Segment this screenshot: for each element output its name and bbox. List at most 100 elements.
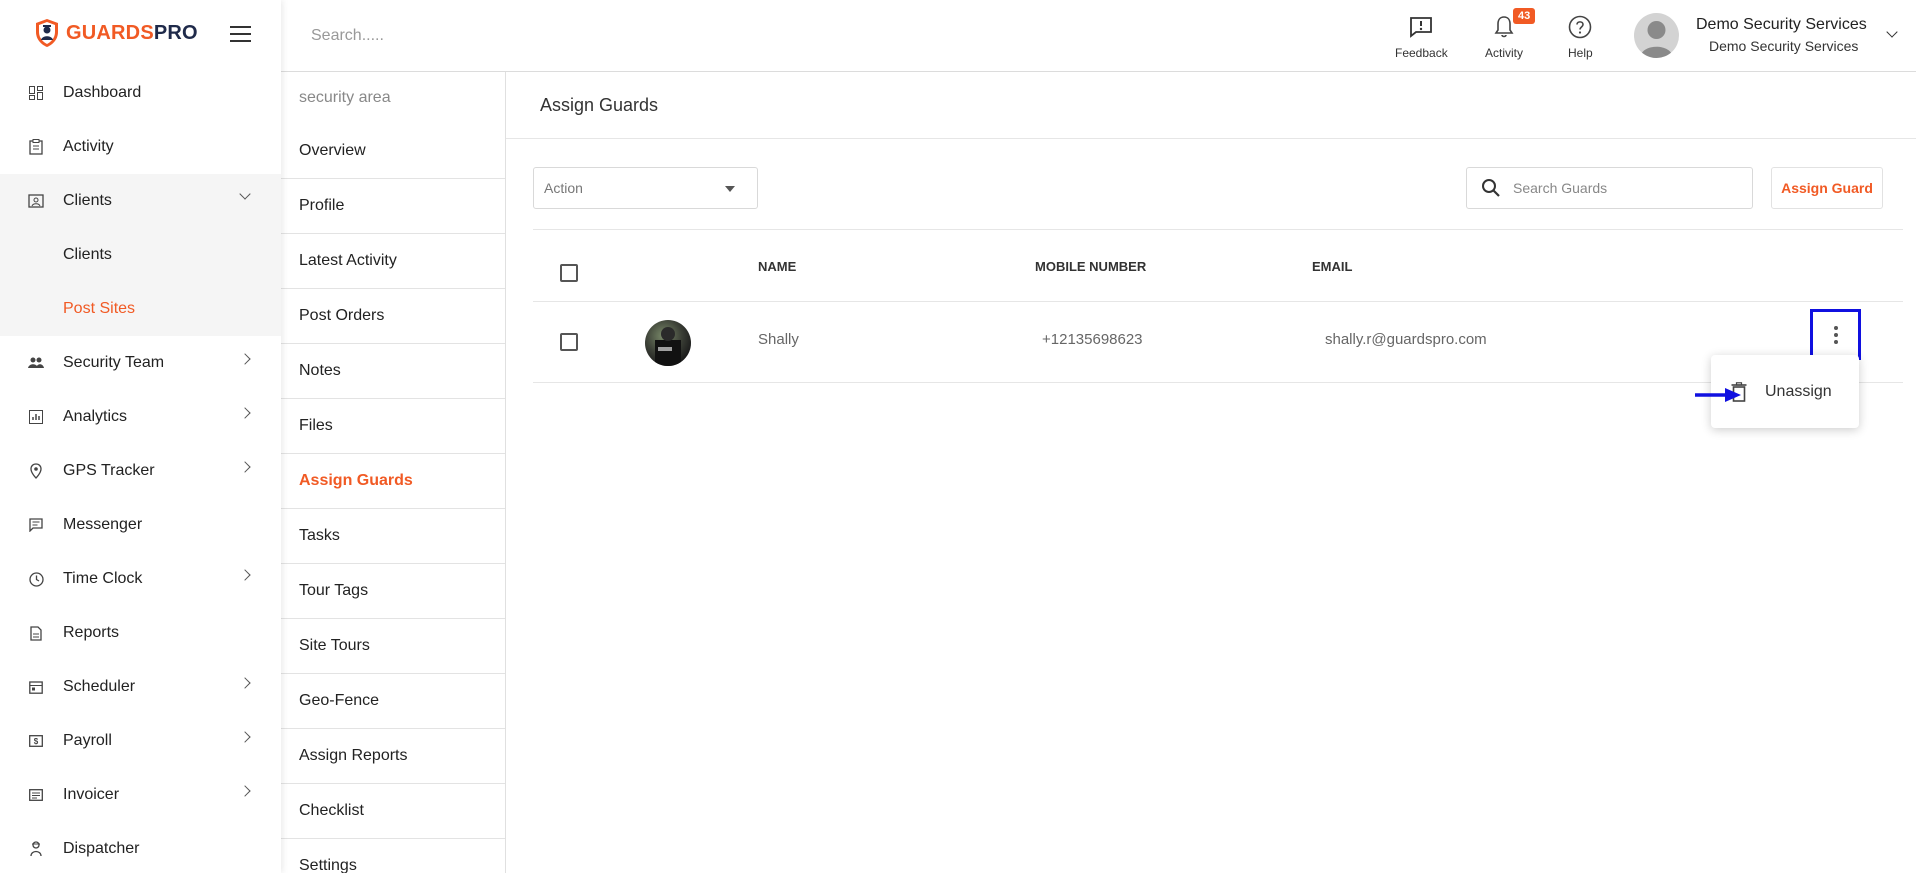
sidebar-item-invoicer[interactable]: Invoicer [0,768,281,822]
message-icon [27,516,45,534]
sidebar-item-messenger[interactable]: Messenger [0,498,281,552]
chart-icon [27,408,45,426]
main-content: Assign Guards Action Assign Guard NAME M… [506,72,1916,873]
people-icon [27,354,45,372]
notification-badge: 43 [1513,8,1536,24]
dollar-icon: $ [27,732,45,750]
user-company: Demo Security Services [1709,38,1859,54]
sidebar-subitem-clients[interactable]: Clients [0,228,281,282]
site-menu-geo-fence[interactable]: Geo-Fence [281,674,505,729]
sidebar-item-label: Analytics [63,408,128,425]
site-menu-files[interactable]: Files [281,399,505,454]
sidebar-item-dashboard[interactable]: Dashboard [0,66,281,120]
sidebar-item-security-team[interactable]: Security Team [0,336,281,390]
site-menu-post-orders[interactable]: Post Orders [281,289,505,344]
sidebar-item-label: GPS Tracker [63,462,155,479]
contact-icon [27,192,45,210]
column-header-mobile[interactable]: MOBILE NUMBER [1035,259,1146,274]
search-icon [1482,179,1500,197]
feedback-icon [1395,14,1448,40]
clients-submenu: Clients Post Sites [0,228,281,336]
dashboard-icon [27,84,45,102]
sidebar-item-label: Activity [63,138,114,155]
sidebar-item-label: Messenger [63,516,143,533]
user-avatar[interactable] [1634,13,1679,58]
row-checkbox[interactable] [560,333,578,351]
location-pin-icon [27,462,45,480]
site-menu-latest-activity[interactable]: Latest Activity [281,234,505,289]
site-menu-settings[interactable]: Settings [281,839,505,873]
help-icon [1568,14,1593,40]
activity-label: Activity [1485,46,1524,60]
dispatcher-icon [27,840,45,858]
help-button[interactable]: Help [1568,14,1593,60]
search-guards-input[interactable] [1513,180,1733,196]
site-menu-assign-reports[interactable]: Assign Reports [281,729,505,784]
row-actions-button[interactable] [1810,309,1861,360]
post-site-name: security area [299,89,391,106]
sidebar-item-label: Dashboard [63,84,142,101]
chevron-right-icon [239,731,251,743]
column-header-email[interactable]: EMAIL [1312,259,1352,274]
sidebar-item-clients[interactable]: Clients [0,174,281,228]
site-menu-profile[interactable]: Profile [281,179,505,234]
brand-part-guards: GUARDS [66,21,154,44]
assign-guard-button[interactable]: Assign Guard [1771,167,1883,209]
sidebar-item-gps-tracker[interactable]: GPS Tracker [0,444,281,498]
site-menu-tour-tags[interactable]: Tour Tags [281,564,505,619]
sidebar-item-dispatcher[interactable]: Dispatcher [0,822,281,873]
chevron-down-icon[interactable] [1886,26,1898,38]
hamburger-menu-icon[interactable] [230,26,251,42]
sidebar-item-label: Time Clock [63,570,143,587]
toolbar: Action Assign Guard [506,139,1916,229]
brand-part-pro: PRO [153,21,198,44]
sidebar-item-activity[interactable]: Activity [0,120,281,174]
sidebar-item-reports[interactable]: Reports [0,606,281,660]
invoice-icon [27,786,45,804]
app-root: GUARDSPRO Dashboard Activity Clients Cli… [0,0,1916,873]
sidebar-subitem-post-sites[interactable]: Post Sites [0,282,281,336]
unassign-menu-item[interactable]: Unassign [1765,383,1832,401]
guard-name: Shally [758,331,799,348]
site-menu-notes[interactable]: Notes [281,344,505,399]
sidebar-item-scheduler[interactable]: Scheduler [0,660,281,714]
site-menu-overview[interactable]: Overview [281,124,505,179]
sidebar-item-label: Reports [63,624,120,641]
svg-text:$: $ [34,737,39,746]
chevron-right-icon [239,461,251,473]
sidebar-item-label: Scheduler [63,678,136,695]
guards-table: NAME MOBILE NUMBER EMAIL Shally +1213569… [533,229,1903,383]
sidebar-item-analytics[interactable]: Analytics [0,390,281,444]
chevron-right-icon [239,569,251,581]
chevron-right-icon [239,407,251,419]
chevron-right-icon [239,353,251,365]
select-all-checkbox[interactable] [560,264,578,282]
page-title: Assign Guards [506,72,1916,139]
calendar-icon [27,678,45,696]
feedback-button[interactable]: Feedback [1395,14,1448,60]
sidebar-nav: Dashboard Activity Clients Clients Post … [0,66,281,873]
table-row[interactable]: Shally +12135698623 shally.r@guardspro.c… [533,302,1903,383]
clipboard-icon [27,138,45,156]
brand-name: GUARDSPRO [66,22,198,45]
guard-mobile: +12135698623 [1042,331,1143,348]
sidebar-item-payroll[interactable]: $ Payroll [0,714,281,768]
global-search-input[interactable]: Search..... [311,27,384,45]
annotation-arrow-icon [1695,388,1741,402]
guard-email: shally.r@guardspro.com [1325,331,1487,348]
sidebar-item-time-clock[interactable]: Time Clock [0,552,281,606]
help-label: Help [1568,46,1593,60]
sidebar: GUARDSPRO Dashboard Activity Clients Cli… [0,0,281,873]
action-select[interactable]: Action [533,167,758,209]
site-menu-site-tours[interactable]: Site Tours [281,619,505,674]
site-menu-checklist[interactable]: Checklist [281,784,505,839]
user-name[interactable]: Demo Security Services [1696,16,1867,34]
caret-down-icon [725,186,735,192]
chevron-right-icon [239,677,251,689]
sidebar-item-label: Dispatcher [63,840,140,857]
site-menu-assign-guards[interactable]: Assign Guards [281,454,505,509]
search-guards-box[interactable] [1466,167,1753,209]
column-header-name[interactable]: NAME [758,259,796,274]
site-menu-tasks[interactable]: Tasks [281,509,505,564]
activity-button[interactable]: Activity 43 [1485,8,1536,60]
